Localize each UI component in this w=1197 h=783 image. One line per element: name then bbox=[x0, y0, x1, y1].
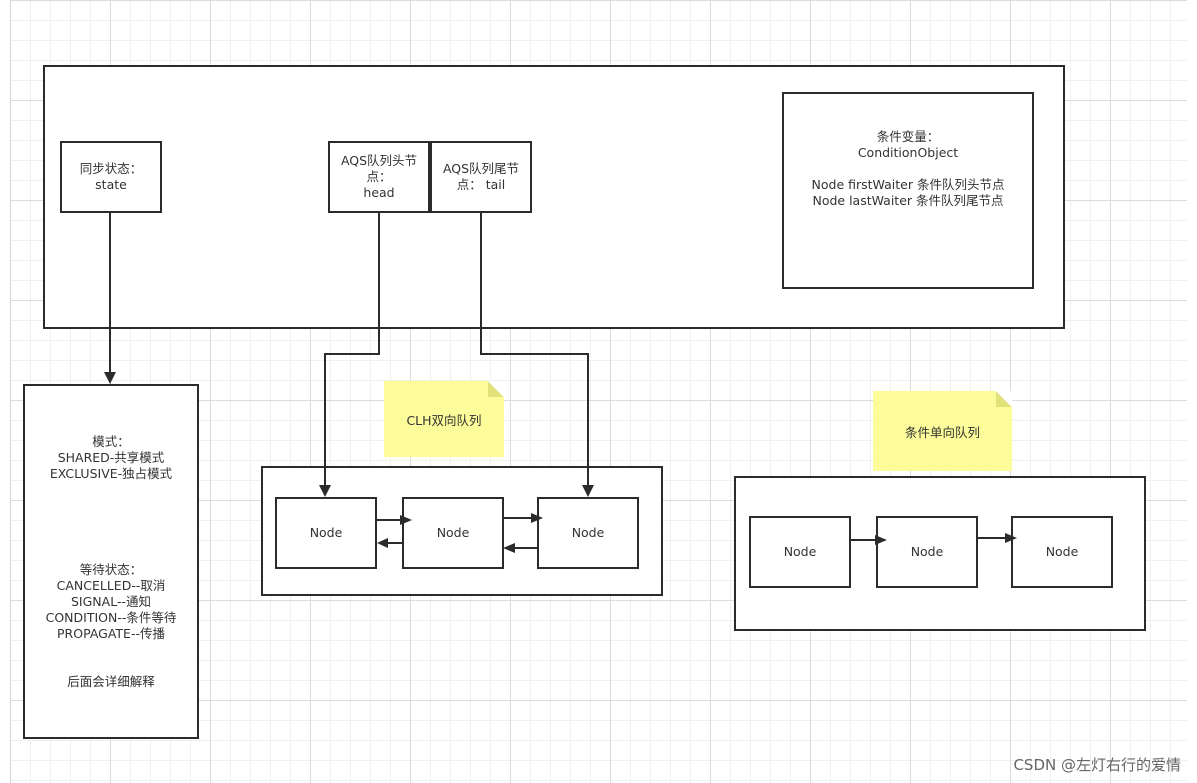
arrowhead-icon bbox=[319, 485, 331, 497]
head-pointer-connector bbox=[324, 213, 380, 486]
arrowhead-icon bbox=[104, 372, 116, 384]
arrowhead-icon bbox=[1005, 533, 1017, 543]
tail-pointer-connector bbox=[480, 213, 589, 486]
arrowhead-icon bbox=[377, 538, 388, 548]
arrowhead-icon bbox=[400, 515, 412, 525]
watermark: CSDN @左灯右行的爱情 bbox=[1013, 756, 1181, 774]
arrowhead-icon bbox=[531, 513, 543, 523]
arrowhead-icon bbox=[875, 535, 887, 545]
arrowhead-icon bbox=[503, 543, 515, 553]
arrowhead-icon bbox=[582, 485, 594, 497]
connector-layer bbox=[104, 213, 1017, 553]
